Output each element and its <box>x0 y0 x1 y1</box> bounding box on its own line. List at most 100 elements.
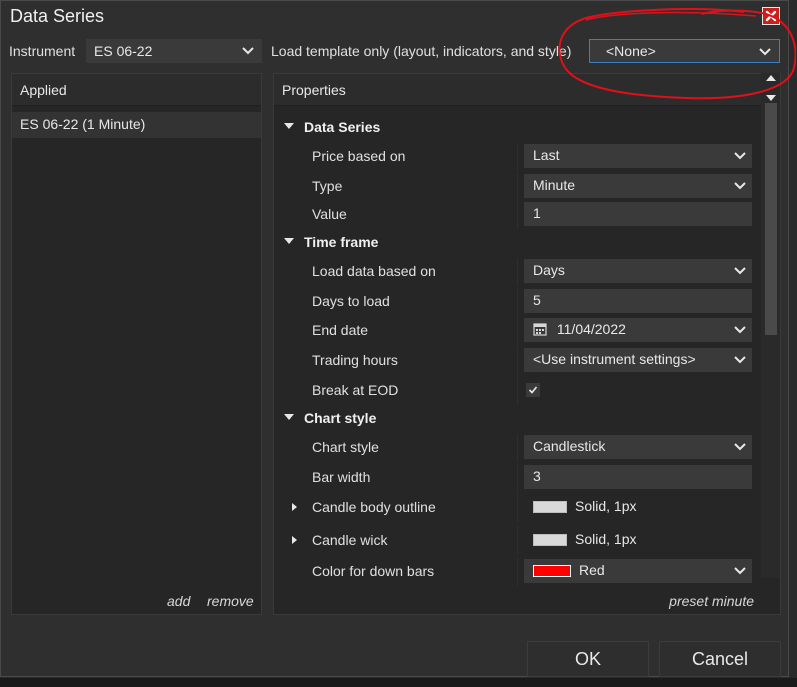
column-divider <box>517 494 518 522</box>
preset-link[interactable]: preset minute <box>669 593 754 609</box>
scroll-down-arrow-icon[interactable] <box>766 95 776 101</box>
column-divider <box>517 201 518 229</box>
chevron-down-icon <box>734 326 746 334</box>
scroll-thumb[interactable] <box>765 103 777 335</box>
property-label: Trading hours <box>312 352 398 368</box>
property-row: Type Minute <box>274 173 760 201</box>
chevron-down-icon <box>734 567 746 575</box>
chevron-down-icon <box>734 182 746 190</box>
column-divider <box>517 143 518 171</box>
stroke-value: Solid, 1px <box>575 531 637 547</box>
instrument-label: Instrument <box>9 43 76 59</box>
column-divider <box>517 464 518 492</box>
category-label: Data Series <box>304 119 381 135</box>
property-row: Chart style Candlestick <box>274 434 760 462</box>
cancel-button[interactable]: Cancel <box>659 641 781 677</box>
property-row: Candle wick Solid, 1px <box>274 527 760 555</box>
chevron-down-icon <box>734 443 746 451</box>
calendar-icon <box>533 323 547 336</box>
remove-link[interactable]: remove <box>207 593 254 609</box>
property-label: Value <box>312 206 347 222</box>
days-to-load-input[interactable]: 5 <box>524 289 752 313</box>
end-date-picker[interactable]: 11/04/2022 <box>524 318 752 342</box>
property-label: Chart style <box>312 439 379 455</box>
applied-panel: Applied ES 06-22 (1 Minute) add remove <box>11 73 262 615</box>
chevron-down-icon <box>734 356 746 364</box>
close-icon <box>765 10 777 22</box>
down-bar-color-select[interactable]: Red <box>524 559 752 583</box>
property-row: Days to load 5 <box>274 288 760 316</box>
column-divider <box>517 527 518 555</box>
select-value: Candlestick <box>533 438 606 454</box>
property-label: Price based on <box>312 148 406 164</box>
applied-header: Applied <box>12 74 261 106</box>
break-at-eod-checkbox[interactable] <box>526 383 540 397</box>
color-swatch <box>533 534 567 547</box>
data-series-dialog: Data Series Instrument ES 06-22 Load tem… <box>0 0 789 677</box>
category-chart-style[interactable]: Chart style <box>274 405 760 433</box>
properties-scrollbar[interactable] <box>761 73 780 578</box>
collapse-arrow-icon[interactable] <box>284 414 294 420</box>
property-label: Candle wick <box>312 532 388 548</box>
date-value: 11/04/2022 <box>556 321 626 337</box>
instrument-value: ES 06-22 <box>94 43 153 59</box>
ok-button[interactable]: OK <box>527 641 649 677</box>
property-label: Days to load <box>312 293 390 309</box>
close-button[interactable] <box>762 7 780 25</box>
expand-arrow-icon[interactable] <box>292 536 297 544</box>
property-row: Trading hours <Use instrument settings> <box>274 347 760 375</box>
property-label: Candle body outline <box>312 499 436 515</box>
trading-hours-select[interactable]: <Use instrument settings> <box>524 348 752 372</box>
template-select[interactable]: <None> <box>589 39 780 63</box>
collapse-arrow-icon[interactable] <box>284 238 294 244</box>
properties-panel: Properties Data Series Price based on La… <box>273 73 781 615</box>
category-data-series[interactable]: Data Series <box>274 114 760 142</box>
applied-list-item[interactable]: ES 06-22 (1 Minute) <box>12 112 261 138</box>
property-label: Load data based on <box>312 263 436 279</box>
title-bar: Data Series <box>1 1 788 32</box>
property-row: Color for down bars Red <box>274 558 760 586</box>
price-based-on-select[interactable]: Last <box>524 144 752 168</box>
select-value: Days <box>533 262 565 278</box>
background-strip <box>0 678 797 687</box>
column-divider <box>517 173 518 201</box>
select-value: Minute <box>533 177 576 193</box>
category-label: Chart style <box>304 410 377 426</box>
load-data-based-on-select[interactable]: Days <box>524 259 752 283</box>
candle-wick-value[interactable]: Solid, 1px <box>524 528 752 552</box>
add-link[interactable]: add <box>167 593 190 609</box>
collapse-arrow-icon[interactable] <box>284 123 294 129</box>
type-select[interactable]: Minute <box>524 174 752 198</box>
instrument-select[interactable]: ES 06-22 <box>86 39 262 63</box>
property-grid: Data Series Price based on Last Type Min… <box>274 112 760 612</box>
expand-arrow-icon[interactable] <box>292 503 297 511</box>
property-label: Color for down bars <box>312 563 435 579</box>
bar-width-input[interactable]: 3 <box>524 465 752 489</box>
property-label: End date <box>312 322 369 338</box>
value-input[interactable]: 1 <box>524 202 752 226</box>
scroll-up-arrow-icon[interactable] <box>766 75 776 81</box>
chart-style-select[interactable]: Candlestick <box>524 435 752 459</box>
property-row: Price based on Last <box>274 143 760 171</box>
chevron-down-icon <box>759 48 771 56</box>
property-row: Candle body outline Solid, 1px <box>274 494 760 522</box>
column-divider <box>517 258 518 286</box>
select-value: Red <box>579 562 605 578</box>
property-row: Load data based on Days <box>274 258 760 286</box>
template-value: <None> <box>606 43 656 59</box>
properties-header: Properties <box>274 74 780 106</box>
property-row: End date 11/04/2022 <box>274 317 760 345</box>
column-divider <box>517 377 518 405</box>
checkmark-icon <box>528 386 538 394</box>
select-value: Last <box>533 147 560 163</box>
column-divider <box>517 347 518 375</box>
category-time-frame[interactable]: Time frame <box>274 229 760 257</box>
chevron-down-icon <box>734 152 746 160</box>
property-label: Break at EOD <box>312 382 399 398</box>
category-label: Time frame <box>304 234 379 250</box>
template-label: Load template only (layout, indicators, … <box>271 43 572 59</box>
candle-body-outline-value[interactable]: Solid, 1px <box>524 495 752 519</box>
column-divider <box>517 558 518 586</box>
property-label: Type <box>312 178 343 194</box>
property-label: Bar width <box>312 469 371 485</box>
